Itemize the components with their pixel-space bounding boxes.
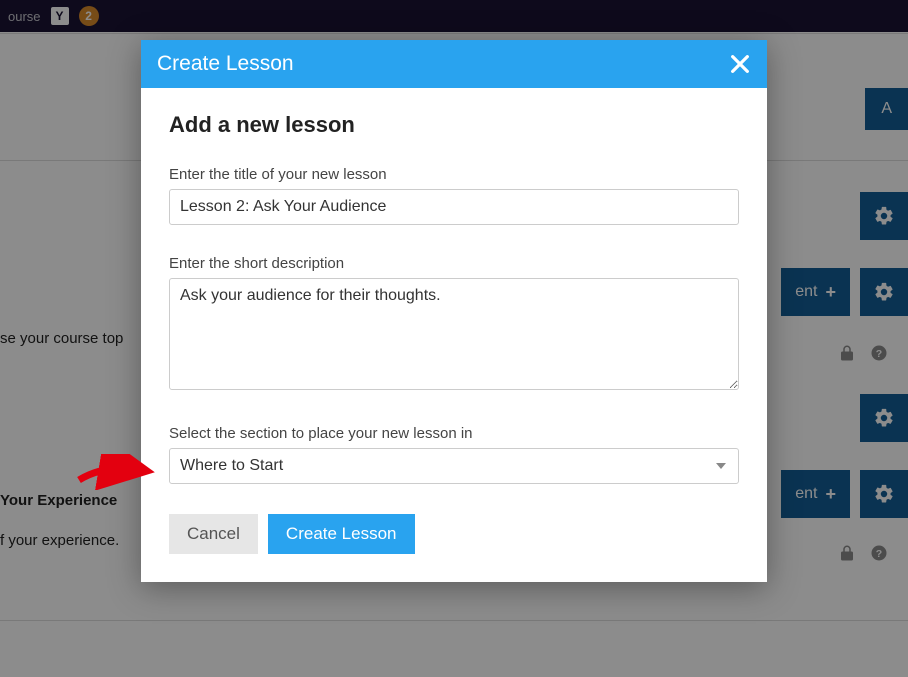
lesson-title-input[interactable] <box>169 189 739 225</box>
section-selected-value: Where to Start <box>180 457 283 474</box>
modal-header: Create Lesson <box>141 40 767 88</box>
description-label: Enter the short description <box>169 255 739 272</box>
lesson-description-textarea[interactable] <box>169 278 739 390</box>
modal-title: Create Lesson <box>157 52 294 76</box>
section-label: Select the section to place your new les… <box>169 425 739 442</box>
close-icon[interactable] <box>729 53 751 75</box>
description-field-group: Enter the short description <box>169 255 739 395</box>
section-select[interactable]: Where to Start <box>169 448 739 484</box>
modal-subtitle: Add a new lesson <box>169 112 739 138</box>
title-field-group: Enter the title of your new lesson <box>169 166 739 225</box>
modal-body: Add a new lesson Enter the title of your… <box>141 88 767 582</box>
title-label: Enter the title of your new lesson <box>169 166 739 183</box>
create-lesson-modal: Create Lesson Add a new lesson Enter the… <box>141 40 767 582</box>
create-lesson-button[interactable]: Create Lesson <box>268 514 415 554</box>
chevron-down-icon <box>716 463 726 469</box>
cancel-button[interactable]: Cancel <box>169 514 258 554</box>
modal-overlay: Create Lesson Add a new lesson Enter the… <box>0 0 908 677</box>
section-field-group: Select the section to place your new les… <box>169 425 739 484</box>
modal-actions: Cancel Create Lesson <box>169 514 739 554</box>
